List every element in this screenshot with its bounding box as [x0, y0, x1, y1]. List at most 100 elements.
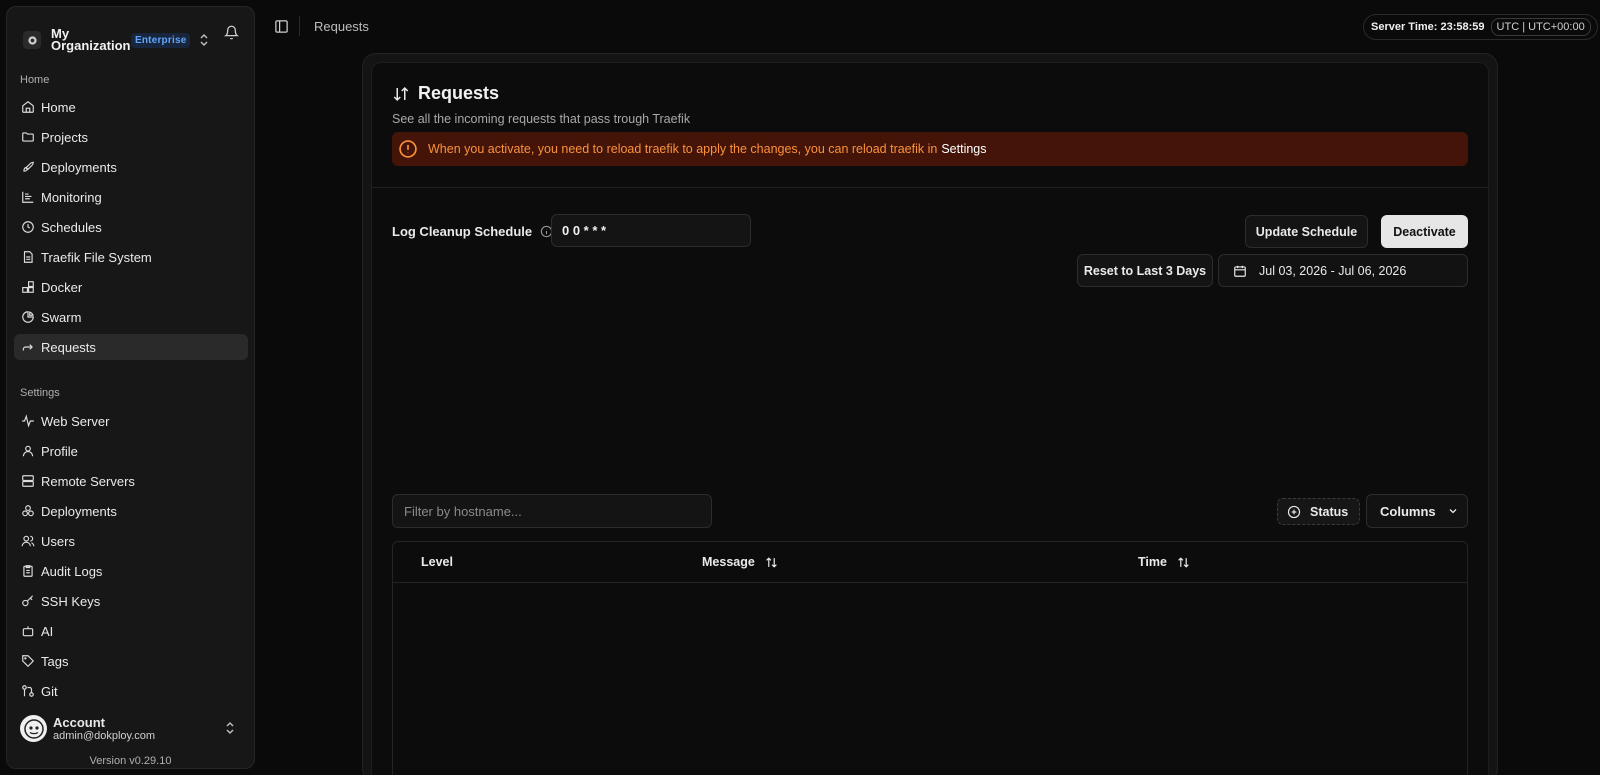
sidebar-item-users[interactable]: Users — [14, 528, 248, 554]
date-range-picker[interactable]: Jul 03, 2026 - Jul 06, 2026 — [1218, 254, 1468, 287]
calendar-icon — [1233, 264, 1247, 278]
alert-circle-icon — [398, 139, 418, 159]
deactivate-button[interactable]: Deactivate — [1381, 215, 1468, 248]
column-header-time[interactable]: Time — [1138, 555, 1190, 569]
clock-icon — [21, 220, 35, 234]
sidebar-item-remote-servers[interactable]: Remote Servers — [14, 468, 248, 494]
sidebar-item-git[interactable]: Git — [14, 678, 248, 704]
server-icon — [21, 474, 35, 488]
page-title: Requests — [418, 83, 500, 103]
org-switcher[interactable]: My Organization Enterprise — [20, 21, 242, 59]
plus-circle-icon — [1287, 505, 1301, 519]
sidebar-item-label: Tags — [41, 653, 69, 669]
sidebar-item-label: Monitoring — [41, 189, 102, 205]
sidebar-item-tags[interactable]: Tags — [14, 648, 248, 674]
git-icon — [21, 684, 35, 698]
alert-message: When you activate, you need to reload tr… — [428, 142, 938, 156]
sidebar-item-web-server[interactable]: Web Server — [14, 408, 248, 434]
org-logo-icon — [23, 31, 41, 49]
sidebar-item-label: Deployments — [41, 503, 117, 519]
sidebar-item-label: Home — [41, 99, 76, 115]
hostname-filter-input[interactable] — [392, 494, 712, 528]
sidebar-item-home[interactable]: Home — [14, 94, 248, 120]
server-time-label: Server Time: 23:58:59 — [1371, 21, 1485, 33]
sidebar-item-profile[interactable]: Profile — [14, 438, 248, 464]
pie-icon — [21, 310, 35, 324]
sidebar-item-label: Deployments — [41, 159, 117, 175]
breadcrumb[interactable]: Requests — [314, 19, 369, 34]
sidebar-item-requests[interactable]: Requests — [14, 334, 248, 360]
column-header-label: Level — [421, 555, 453, 569]
sidebar-item-traefik-file-system[interactable]: Traefik File System — [14, 244, 248, 270]
activity-icon — [21, 414, 35, 428]
account-menu[interactable]: Account admin@dokploy.com Version v0.29.… — [7, 707, 254, 768]
sidebar-item-label: Requests — [41, 339, 96, 355]
sidebar-item-ssh-keys[interactable]: SSH Keys — [14, 588, 248, 614]
home-nav: Home Projects Deployments Monitoring Sch… — [14, 94, 248, 364]
divider — [299, 16, 300, 36]
sidebar-item-label: Users — [41, 533, 75, 549]
sidebar-item-ai[interactable]: AI — [14, 618, 248, 644]
sidebar-item-label: Remote Servers — [41, 473, 135, 489]
status-filter-label: Status — [1310, 504, 1349, 519]
cron-schedule-input[interactable] — [551, 214, 751, 247]
boxes-icon — [21, 504, 35, 518]
column-header-label: Time — [1138, 555, 1167, 569]
chevron-down-icon — [1447, 505, 1459, 517]
sidebar-item-label: Web Server — [41, 413, 110, 429]
bell-icon[interactable] — [224, 25, 239, 40]
page-header: Requests — [392, 83, 499, 104]
date-range-text: Jul 03, 2026 - Jul 06, 2026 — [1259, 263, 1407, 278]
sidebar-item-swarm[interactable]: Swarm — [14, 304, 248, 330]
settings-nav: Web Server Profile Remote Servers Deploy… — [14, 408, 248, 708]
column-header-label: Message — [702, 555, 755, 569]
sidebar: My Organization Enterprise Home Home Pro… — [6, 6, 255, 769]
sort-icon[interactable] — [1177, 556, 1190, 569]
rocket-icon — [21, 160, 35, 174]
server-time: Server Time: 23:58:59 UTC | UTC+00:00 — [1363, 14, 1598, 40]
columns-label: Columns — [1380, 503, 1436, 519]
status-filter-button[interactable]: Status — [1277, 498, 1360, 525]
sidebar-item-monitoring[interactable]: Monitoring — [14, 184, 248, 210]
folder-icon — [21, 130, 35, 144]
reset-date-button[interactable]: Reset to Last 3 Days — [1077, 254, 1213, 287]
clipboard-icon — [21, 564, 35, 578]
sidebar-toggle-icon[interactable] — [274, 19, 289, 34]
sidebar-item-label: Profile — [41, 443, 78, 459]
tag-icon — [21, 654, 35, 668]
warning-alert: When you activate, you need to reload tr… — [392, 132, 1468, 166]
org-name: My Organization — [51, 26, 131, 53]
log-cleanup-label: Log Cleanup Schedule — [392, 224, 553, 239]
account-email: admin@dokploy.com — [53, 730, 156, 742]
forward-icon — [21, 340, 35, 354]
settings-link[interactable]: Settings — [941, 142, 986, 156]
sidebar-item-label: Projects — [41, 129, 88, 145]
log-cleanup-label-text: Log Cleanup Schedule — [392, 224, 533, 239]
sidebar-item-label: Swarm — [41, 309, 82, 325]
page-subtitle: See all the incoming requests that pass … — [392, 112, 691, 126]
avatar — [20, 715, 47, 742]
column-header-message[interactable]: Message — [702, 555, 778, 569]
sidebar-item-label: Docker — [41, 279, 83, 295]
sidebar-item-projects[interactable]: Projects — [14, 124, 248, 150]
group-label-home: Home — [20, 74, 50, 86]
blocks-icon — [21, 280, 35, 294]
user-icon — [21, 444, 35, 458]
sidebar-item-label: AI — [41, 623, 54, 639]
column-header-level[interactable]: Level — [421, 555, 453, 569]
table-header: Level Message Time — [393, 542, 1467, 583]
version-label: Version v0.29.10 — [89, 755, 172, 767]
sidebar-item-audit-logs[interactable]: Audit Logs — [14, 558, 248, 584]
sidebar-item-label: Audit Logs — [41, 563, 103, 579]
sort-icon[interactable] — [765, 556, 778, 569]
file-icon — [21, 250, 35, 264]
requests-table: Level Message Time — [392, 541, 1468, 775]
group-label-settings: Settings — [20, 387, 60, 399]
sidebar-item-schedules[interactable]: Schedules — [14, 214, 248, 240]
sidebar-item-docker[interactable]: Docker — [14, 274, 248, 300]
sidebar-item-deployments-settings[interactable]: Deployments — [14, 498, 248, 524]
sidebar-item-deployments[interactable]: Deployments — [14, 154, 248, 180]
plan-badge: Enterprise — [131, 32, 191, 48]
columns-dropdown[interactable]: Columns — [1366, 494, 1468, 528]
update-schedule-button[interactable]: Update Schedule — [1245, 215, 1368, 248]
